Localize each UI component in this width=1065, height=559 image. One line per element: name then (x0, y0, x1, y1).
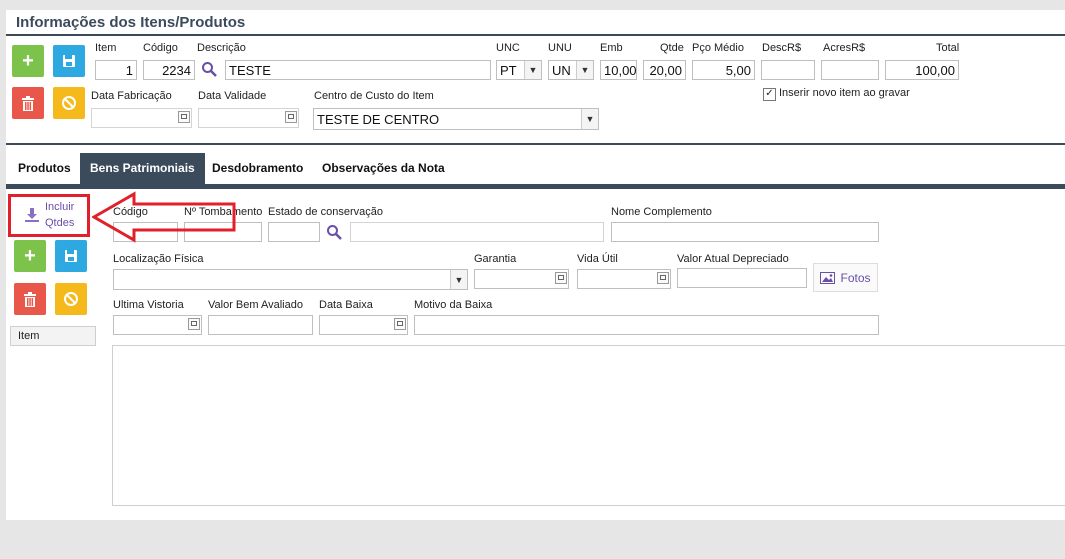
tab-produtos[interactable]: Produtos (8, 153, 81, 184)
emb-field[interactable]: 10,00 (600, 60, 637, 80)
valor-bem-field[interactable] (208, 315, 313, 335)
annotation-box (8, 194, 90, 237)
save-bem-button[interactable] (55, 240, 87, 272)
qtde-label: Qtde (660, 42, 684, 54)
unu-select[interactable]: UN ▼ (548, 60, 594, 80)
observacao-area[interactable] (112, 345, 1065, 506)
calendar-icon[interactable] (555, 272, 567, 284)
trash-icon (24, 291, 36, 307)
inserir-novo-checkbox[interactable]: ✓ (763, 88, 776, 101)
tab-underline (6, 184, 1065, 189)
calendar-icon[interactable] (657, 272, 669, 284)
valor-atual-field[interactable] (677, 268, 807, 288)
chevron-down-icon: ▼ (581, 109, 598, 129)
motivo-baixa-label: Motivo da Baixa (414, 299, 493, 311)
header-separator (6, 143, 1065, 145)
codigo-label: Código (143, 42, 178, 54)
save-icon (65, 250, 77, 262)
acres-field[interactable] (821, 60, 879, 80)
tab-observacoes-nota[interactable]: Observações da Nota (312, 153, 455, 184)
pco-medio-field[interactable]: 5,00 (692, 60, 755, 80)
garantia-field[interactable] (474, 269, 569, 289)
data-fabricacao-field[interactable] (91, 108, 192, 128)
trash-icon (22, 95, 34, 111)
estado-descricao-field (350, 222, 604, 242)
valor-atual-label: Valor Atual Depreciado (677, 253, 789, 265)
pco-medio-label: Pço Médio (692, 42, 744, 54)
image-icon (820, 271, 836, 284)
data-validade-label: Data Validade (198, 90, 267, 102)
search-icon[interactable] (326, 224, 342, 244)
cancel-icon (62, 96, 76, 110)
save-icon (63, 55, 75, 67)
total-field[interactable]: 100,00 (885, 60, 959, 80)
tab-bens-patrimoniais[interactable]: Bens Patrimoniais (80, 153, 205, 184)
section-title: Informações dos Itens/Produtos (16, 14, 246, 31)
inserir-novo-label: Inserir novo item ao gravar (779, 87, 910, 99)
fotos-label: Fotos (840, 270, 871, 285)
annotation-arrow (92, 191, 236, 243)
estado-conservacao-label: Estado de conservação (268, 206, 383, 218)
data-validade-field[interactable] (198, 108, 299, 128)
centro-custo-select[interactable]: TESTE DE CENTRO ▼ (313, 108, 599, 130)
unu-label: UNU (548, 42, 572, 54)
valor-bem-label: Valor Bem Avaliado (208, 299, 303, 311)
save-button[interactable] (53, 45, 85, 77)
emb-label: Emb (600, 42, 623, 54)
codigo-field[interactable]: 2234 (143, 60, 195, 80)
item-field[interactable]: 1 (95, 60, 137, 80)
unc-select[interactable]: PT ▼ (496, 60, 542, 80)
calendar-icon[interactable] (188, 318, 200, 330)
descricao-field[interactable]: TESTE (225, 60, 491, 80)
tab-bar: Produtos Bens Patrimoniais Desdobramento… (6, 153, 1065, 184)
data-fabricacao-label: Data Fabricação (91, 90, 172, 102)
cancel-bem-button[interactable] (55, 283, 87, 315)
delete-bem-button[interactable] (14, 283, 46, 315)
calendar-icon[interactable] (394, 318, 406, 330)
delete-button[interactable] (12, 87, 44, 119)
data-baixa-field[interactable] (319, 315, 408, 335)
chevron-down-icon: ▼ (450, 270, 467, 289)
add-bem-button[interactable]: + (14, 240, 46, 272)
vida-util-label: Vida Útil (577, 253, 618, 265)
desc-label: DescR$ (762, 42, 802, 54)
unc-value: PT (500, 63, 517, 78)
unu-value: UN (552, 63, 571, 78)
add-button[interactable]: + (12, 45, 44, 77)
centro-custo-value: TESTE DE CENTRO (317, 112, 440, 127)
chevron-down-icon: ▼ (576, 61, 593, 79)
chevron-down-icon: ▼ (524, 61, 541, 79)
acres-label: AcresR$ (823, 42, 866, 54)
title-separator (6, 34, 1065, 36)
cancel-icon (64, 292, 78, 306)
ultima-vistoria-field[interactable] (113, 315, 202, 335)
item-label: Item (95, 42, 117, 54)
qtde-field[interactable]: 20,00 (643, 60, 686, 80)
nome-complemento-label: Nome Complemento (611, 206, 712, 218)
unc-label: UNC (496, 42, 520, 54)
desc-field[interactable] (761, 60, 815, 80)
cancel-button[interactable] (53, 87, 85, 119)
nome-complemento-field[interactable] (611, 222, 879, 242)
garantia-label: Garantia (474, 253, 517, 265)
calendar-icon[interactable] (285, 111, 297, 123)
descricao-label: Descrição (197, 42, 246, 54)
motivo-baixa-field[interactable] (414, 315, 879, 335)
item-grid-header[interactable]: Item (10, 326, 96, 346)
total-label: Total (936, 42, 960, 54)
data-baixa-label: Data Baixa (319, 299, 373, 311)
ultima-vistoria-label: Ultima Vistoria (113, 299, 184, 311)
estado-codigo-field[interactable] (268, 222, 320, 242)
tab-desdobramento[interactable]: Desdobramento (202, 153, 313, 184)
localizacao-label: Localização Física (113, 253, 204, 265)
calendar-icon[interactable] (178, 111, 190, 123)
localizacao-select[interactable]: ▼ (113, 269, 468, 290)
fotos-button[interactable]: Fotos (813, 263, 878, 292)
centro-custo-label: Centro de Custo do Item (314, 90, 434, 102)
search-icon[interactable] (201, 61, 217, 81)
vida-util-field[interactable] (577, 269, 671, 289)
